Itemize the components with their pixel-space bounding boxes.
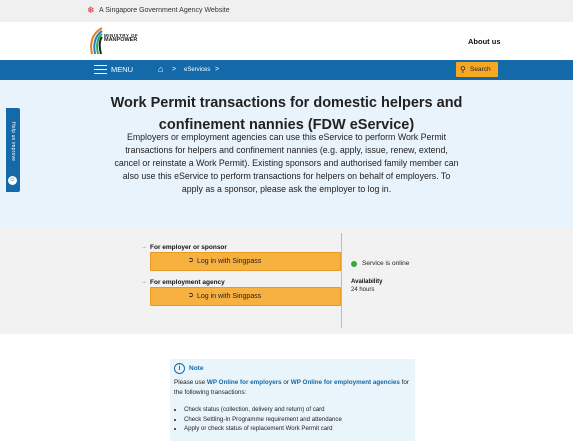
status-online-indicator [351,261,357,267]
list-item: Check Settling-In Programme requirement … [184,415,414,425]
availability-value: 24 hours [351,287,375,293]
login-section [0,227,573,334]
employer-singpass-button[interactable]: ➲ Log in with Singpass [150,252,341,271]
employer-label: For employer or sponsor [150,244,227,251]
note-title: Note [189,365,204,372]
note-text-mid: or [281,379,291,386]
mom-logo-mark [90,27,103,55]
home-icon[interactable]: ⌂ [158,64,163,75]
arrow-icon: → [141,279,147,285]
note-text-before: Please use [174,379,207,386]
logo-line2: MANPOWER [104,37,138,43]
wp-online-employers-link[interactable]: WP Online for employers [207,379,282,386]
note-box: i Note Please use WP Online for employer… [170,359,415,441]
singpass-label: Log in with Singpass [197,258,262,265]
note-list: Check status (collection, delivery and r… [174,405,414,434]
feedback-tab[interactable]: Help us improve ☺ [6,108,20,192]
divider [341,233,342,328]
search-label: Search [470,66,491,73]
arrow-icon: → [141,244,147,250]
breadcrumb-eservices[interactable]: eServices [184,66,210,75]
list-item: Apply or check status of replacement Wor… [184,424,414,434]
page-description: Employers or employment agencies can use… [114,132,459,194]
menu-button[interactable]: MENU [111,65,133,75]
breadcrumb-separator: > [172,66,177,73]
note-text: Please use WP Online for employers or WP… [174,378,409,397]
lion-head-icon: ❄ [87,5,95,15]
login-icon: ➲ [188,257,194,264]
agency-label: For employment agency [150,279,225,286]
page-title: Work Permit transactions for domestic he… [110,95,463,133]
feedback-label: Help us improve [10,122,16,162]
singpass-label: Log in with Singpass [197,293,262,300]
login-icon: ➲ [188,292,194,299]
search-icon: ⚲ [460,65,466,74]
status-text: Service is online [362,260,410,267]
gov-banner: ❄ A Singapore Government Agency Website [0,0,573,22]
about-us-link[interactable]: About us [468,37,501,47]
list-item: Check status (collection, delivery and r… [184,405,414,415]
agency-singpass-button[interactable]: ➲ Log in with Singpass [150,287,341,306]
availability-label: Availability [351,279,383,285]
search-button[interactable]: ⚲ Search [456,62,498,77]
hamburger-icon[interactable] [94,65,107,75]
wp-online-agencies-link[interactable]: WP Online for employment agencies [291,379,400,386]
breadcrumb-separator: > [215,66,220,73]
gov-banner-text: A Singapore Government Agency Website [99,7,230,14]
info-icon: i [174,363,185,374]
smiley-icon: ☺ [8,176,17,185]
mom-logo[interactable]: MINISTRY OF MANPOWER [86,26,146,56]
